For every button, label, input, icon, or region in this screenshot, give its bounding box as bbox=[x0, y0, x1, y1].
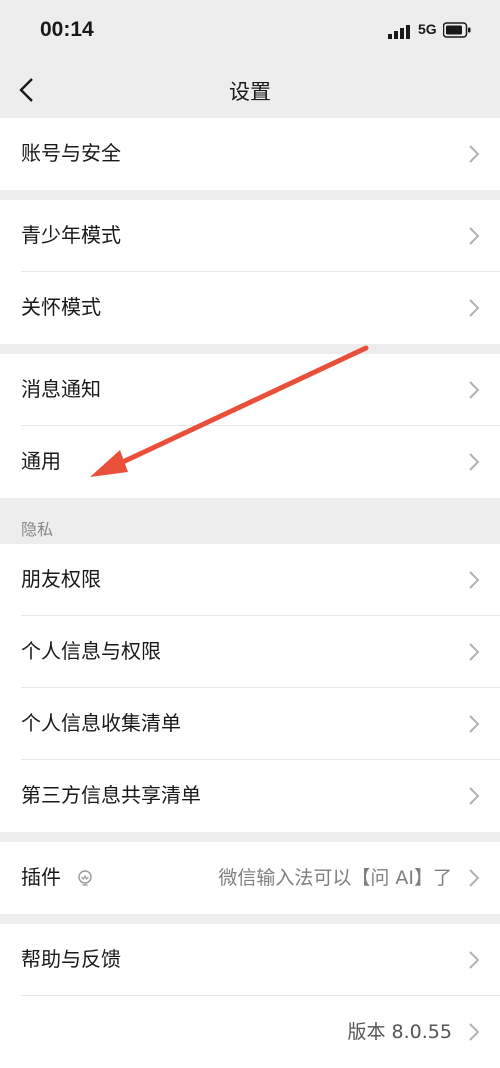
network-type: 5G bbox=[418, 21, 437, 37]
settings-item-help-feedback[interactable]: 帮助与反馈 bbox=[0, 924, 500, 996]
settings-item-general[interactable]: 通用 bbox=[0, 426, 500, 498]
chevron-right-icon bbox=[469, 715, 480, 733]
settings-item-version[interactable]: 版本 8.0.55 bbox=[0, 996, 500, 1068]
status-bar: 00:14 5G bbox=[0, 0, 500, 64]
settings-item-label: 第三方信息共享清单 bbox=[21, 783, 201, 807]
page-title: 设置 bbox=[229, 80, 271, 104]
settings-item-plugins[interactable]: 插件 微信输入法可以【问 AI】了 bbox=[0, 842, 500, 914]
settings-item-friend-permissions[interactable]: 朋友权限 bbox=[0, 544, 500, 616]
settings-item-teen-mode[interactable]: 青少年模式 bbox=[0, 200, 500, 272]
chevron-right-icon bbox=[469, 1023, 480, 1041]
settings-item-label: 朋友权限 bbox=[21, 567, 101, 591]
navigation-bar: 设置 bbox=[0, 64, 500, 118]
settings-item-label: 插件 bbox=[21, 865, 61, 889]
chevron-right-icon bbox=[469, 787, 480, 805]
settings-item-third-party-sharing[interactable]: 第三方信息共享清单 bbox=[0, 760, 500, 832]
settings-item-label: 青少年模式 bbox=[21, 223, 121, 247]
version-text: 版本 8.0.55 bbox=[347, 1021, 452, 1043]
settings-item-personal-info-collection[interactable]: 个人信息收集清单 bbox=[0, 688, 500, 760]
chevron-right-icon bbox=[469, 381, 480, 399]
section-header-privacy: 隐私 bbox=[21, 520, 54, 539]
settings-item-label: 账号与安全 bbox=[21, 141, 121, 165]
signal-icon bbox=[388, 25, 410, 39]
chevron-right-icon bbox=[469, 145, 480, 163]
lightbulb-icon bbox=[78, 870, 92, 886]
chevron-right-icon bbox=[469, 571, 480, 589]
battery-icon bbox=[443, 22, 471, 38]
settings-item-care-mode[interactable]: 关怀模式 bbox=[0, 272, 500, 344]
chevron-right-icon bbox=[469, 643, 480, 661]
chevron-right-icon bbox=[469, 453, 480, 471]
settings-item-personal-info-permissions[interactable]: 个人信息与权限 bbox=[0, 616, 500, 688]
chevron-right-icon bbox=[469, 227, 480, 245]
status-time: 00:14 bbox=[40, 18, 94, 41]
chevron-right-icon bbox=[469, 869, 480, 887]
settings-item-label: 消息通知 bbox=[21, 377, 101, 401]
settings-item-label: 帮助与反馈 bbox=[21, 947, 121, 971]
settings-item-notifications[interactable]: 消息通知 bbox=[0, 354, 500, 426]
chevron-right-icon bbox=[469, 951, 480, 969]
chevron-right-icon bbox=[469, 299, 480, 317]
settings-item-label: 个人信息收集清单 bbox=[21, 711, 181, 735]
settings-item-label: 关怀模式 bbox=[21, 295, 101, 319]
plugins-promo-text: 微信输入法可以【问 AI】了 bbox=[218, 867, 452, 889]
settings-item-label: 通用 bbox=[21, 449, 61, 473]
settings-item-label: 个人信息与权限 bbox=[21, 639, 161, 663]
settings-item-account-security[interactable]: 账号与安全 bbox=[0, 118, 500, 190]
